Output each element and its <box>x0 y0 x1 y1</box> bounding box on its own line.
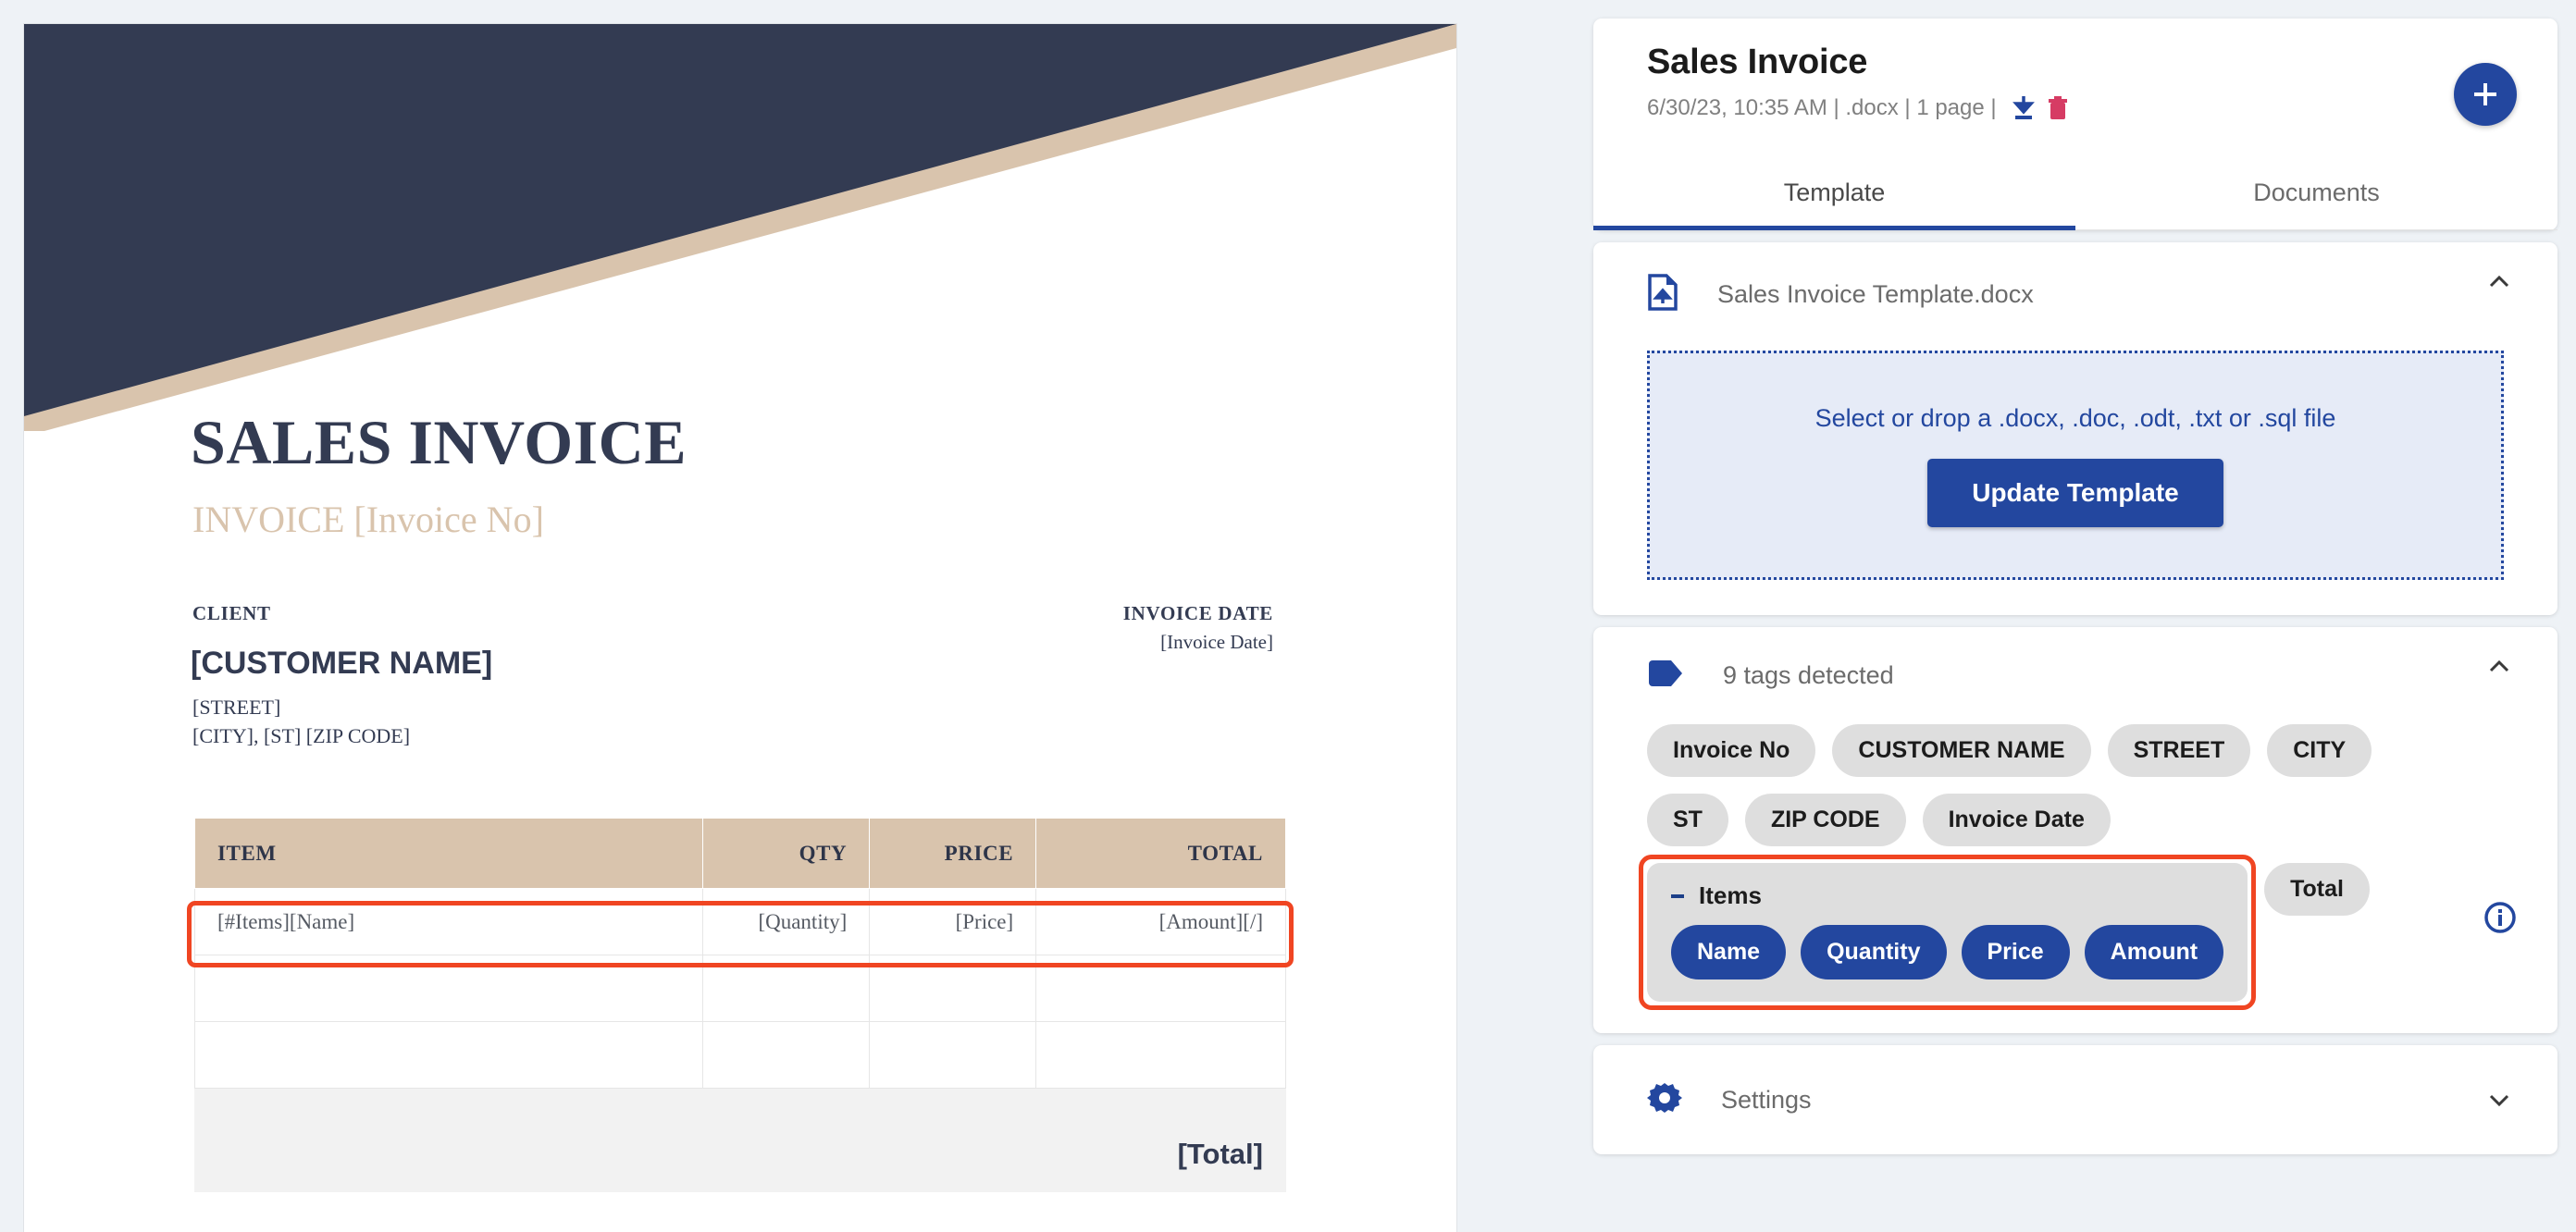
total-spacer <box>869 1088 1037 1192</box>
tag-chip-child[interactable]: Name <box>1671 925 1787 979</box>
template-dropzone[interactable]: Select or drop a .docx, .doc, .odt, .txt… <box>1647 351 2504 580</box>
tag-chip[interactable]: STREET <box>2107 724 2251 777</box>
document-header-card: Sales Invoice 6/30/23, 10:35 AM | .docx … <box>1593 18 2557 230</box>
tab-documents[interactable]: Documents <box>2075 162 2557 229</box>
tag-list: Invoice No CUSTOMER NAME STREET CITY ST … <box>1593 693 2445 1010</box>
column-header-item: ITEM <box>193 818 704 889</box>
table-row: [#Items][Name] [Quantity] [Price] [Amoun… <box>193 888 1286 955</box>
settings-section-header[interactable]: Settings <box>1593 1045 2557 1154</box>
tag-chip-child[interactable]: Amount <box>2084 925 2224 979</box>
tag-icon <box>1647 659 1684 693</box>
tag-chip[interactable]: ZIP CODE <box>1744 794 1906 846</box>
tag-group-title: Items <box>1671 881 2223 910</box>
tag-chip[interactable]: Invoice Date <box>1922 794 2111 846</box>
tags-section-header[interactable]: 9 tags detected <box>1593 627 2557 693</box>
metadata-text: 6/30/23, 10:35 AM | .docx | 1 page | <box>1647 95 2003 120</box>
total-spacer <box>702 1088 871 1192</box>
template-section-card: Sales Invoice Template.docx Select or dr… <box>1593 242 2557 615</box>
invoice-total-value: [Total] <box>1035 1088 1286 1192</box>
invoice-number-line: INVOICE [Invoice No] <box>192 499 544 540</box>
document-metadata: 6/30/23, 10:35 AM | .docx | 1 page | <box>1593 82 2557 121</box>
download-icon[interactable] <box>2012 95 2036 121</box>
cell-price: [Price] <box>869 888 1037 955</box>
cell-price <box>869 1021 1037 1089</box>
settings-label: Settings <box>1721 1085 1812 1114</box>
settings-section-card[interactable]: Settings <box>1593 1045 2557 1154</box>
cell-qty <box>702 1021 871 1089</box>
cell-total <box>1035 955 1286 1022</box>
cell-qty <box>702 955 871 1022</box>
gear-icon <box>1647 1080 1682 1120</box>
tag-chip[interactable]: CITY <box>2267 724 2372 777</box>
template-filename: Sales Invoice Template.docx <box>1717 280 2034 308</box>
tag-group-name: Items <box>1699 881 1762 909</box>
invoice-date-value: [Invoice Date] <box>1160 631 1273 653</box>
add-button[interactable] <box>2454 63 2517 126</box>
table-header-row: ITEM QTY PRICE TOTAL <box>193 818 1286 889</box>
cell-item: [#Items][Name] <box>193 888 704 955</box>
trash-icon[interactable] <box>2047 95 2069 121</box>
tag-chip[interactable]: ST <box>1647 794 1728 846</box>
invoice-date-label: INVOICE DATE <box>1122 602 1273 624</box>
table-total-row: [Total] <box>193 1088 1286 1192</box>
chevron-up-icon[interactable] <box>2487 270 2511 294</box>
tags-detected-label: 9 tags detected <box>1723 661 1894 689</box>
tag-chip[interactable]: Total <box>2264 863 2370 916</box>
column-header-qty: QTY <box>702 818 871 889</box>
page-title: Sales Invoice <box>1647 43 1868 81</box>
tag-group-items[interactable]: Items Name Quantity Price Amount <box>1647 863 2248 1002</box>
table-row <box>193 1021 1286 1089</box>
invoice-items-table: ITEM QTY PRICE TOTAL [#Items][Name] [Qua… <box>193 818 1286 1192</box>
invoice-banner-decoration <box>24 24 1456 431</box>
update-template-button[interactable]: Update Template <box>1927 458 2223 527</box>
document-preview[interactable]: SALES INVOICE INVOICE [Invoice No] CLIEN… <box>24 24 1456 1232</box>
dropzone-instruction: Select or drop a .docx, .doc, .odt, .txt… <box>1814 403 2336 432</box>
cell-total: [Amount][/] <box>1035 888 1286 955</box>
plus-icon <box>2474 83 2496 105</box>
file-upload-icon <box>1647 274 1678 315</box>
chevron-up-icon[interactable] <box>2487 655 2511 679</box>
column-header-total: TOTAL <box>1035 818 1286 889</box>
tag-chip-child[interactable]: Quantity <box>1801 925 1947 979</box>
tags-section-card: 9 tags detected Invoice No CUSTOMER NAME… <box>1593 627 2557 1033</box>
tab-bar: Template Documents <box>1593 162 2557 230</box>
client-label: CLIENT <box>192 602 271 624</box>
tag-group-children: Name Quantity Price Amount <box>1671 925 2224 979</box>
invoice-title: SALES INVOICE <box>191 407 687 477</box>
chevron-down-icon[interactable] <box>2487 1088 2511 1116</box>
client-name-value: [CUSTOMER NAME] <box>191 646 493 681</box>
tag-chip[interactable]: Invoice No <box>1647 724 1816 777</box>
cell-item <box>193 955 704 1022</box>
table-row <box>193 955 1286 1022</box>
tag-chip[interactable]: CUSTOMER NAME <box>1832 724 2091 777</box>
tag-chip-child[interactable]: Price <box>1961 925 2070 979</box>
collapse-minus-icon[interactable] <box>1671 893 1684 898</box>
cell-total <box>1035 1021 1286 1089</box>
info-icon[interactable] <box>2483 901 2517 934</box>
client-street-value: [STREET] <box>192 696 281 719</box>
side-panel: Sales Invoice 6/30/23, 10:35 AM | .docx … <box>1593 18 2557 1166</box>
template-section-header[interactable]: Sales Invoice Template.docx <box>1593 242 2557 315</box>
tab-template[interactable]: Template <box>1593 162 2075 230</box>
client-city-value: [CITY], [ST] [ZIP CODE] <box>192 724 411 747</box>
cell-price <box>869 955 1037 1022</box>
cell-item <box>193 1021 704 1089</box>
cell-qty: [Quantity] <box>702 888 871 955</box>
items-group-wrapper: Items Name Quantity Price Amount <box>1639 855 2257 1010</box>
total-spacer <box>193 1088 704 1192</box>
column-header-price: PRICE <box>869 818 1037 889</box>
